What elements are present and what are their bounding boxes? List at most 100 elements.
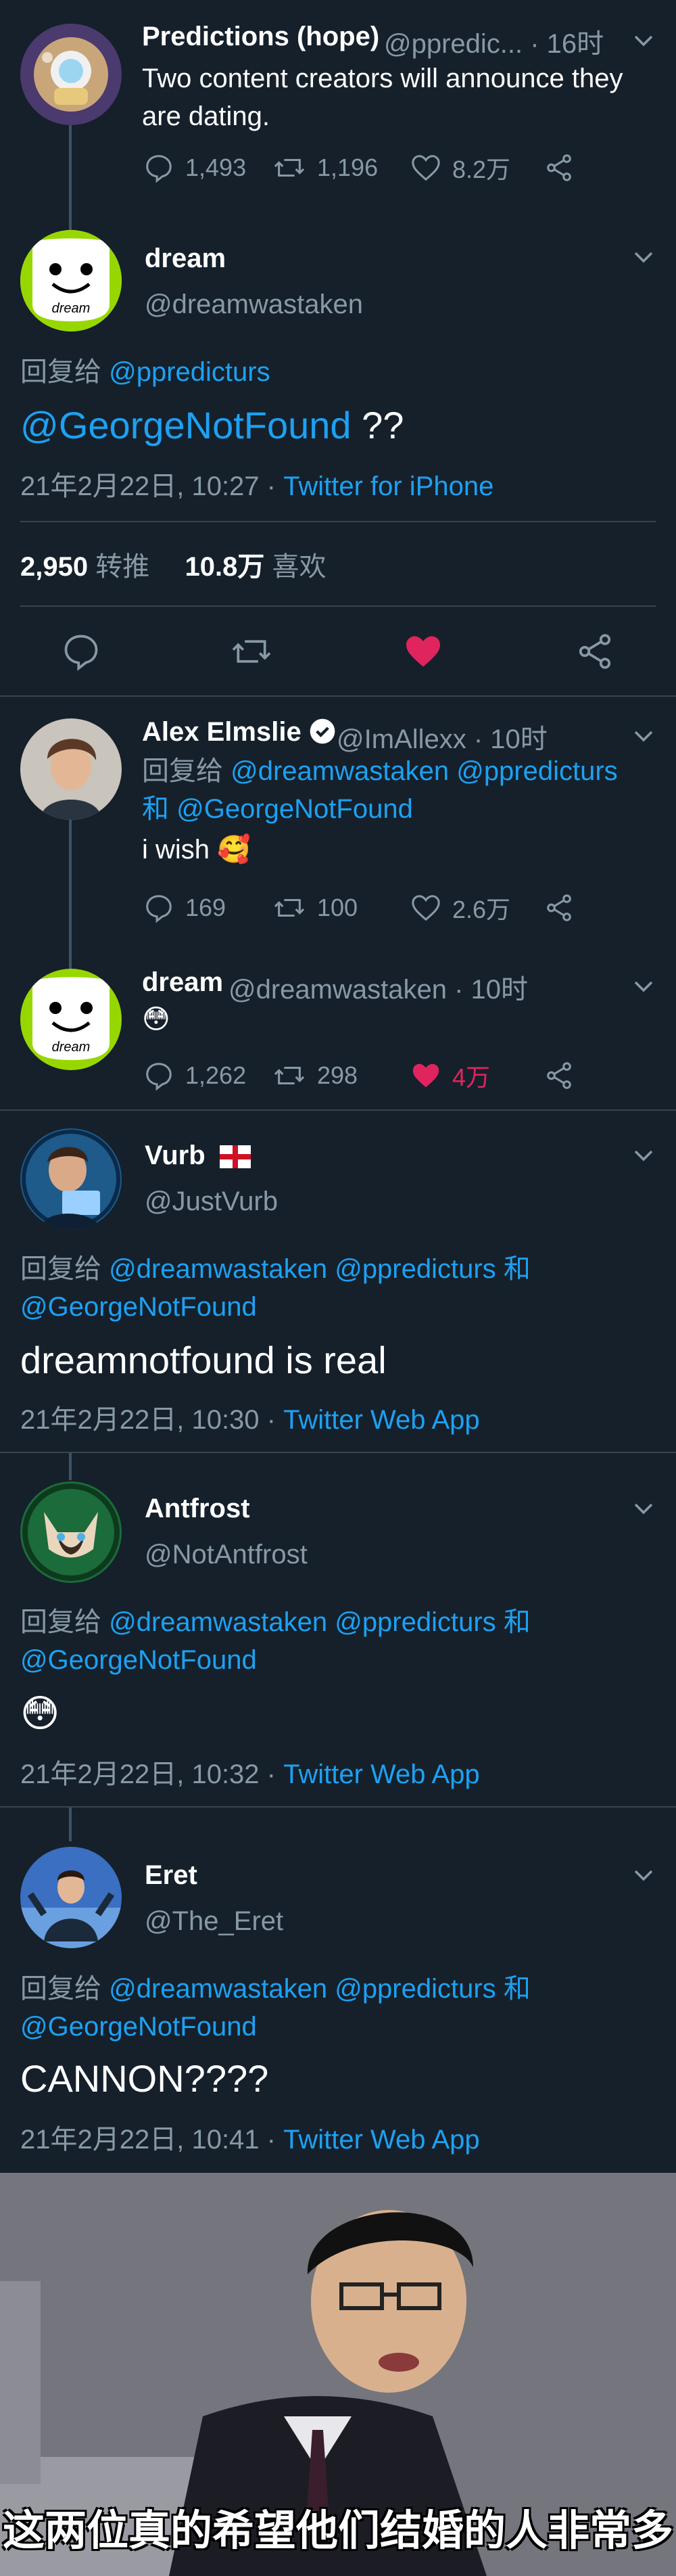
chevron-down-icon[interactable] xyxy=(630,27,657,54)
reply-icon xyxy=(146,1063,172,1091)
divider xyxy=(20,605,656,607)
share-action[interactable] xyxy=(544,1055,585,1096)
like-count: 2.6万 xyxy=(452,896,511,923)
reply-prefix: 回复给 xyxy=(20,357,101,387)
divider xyxy=(0,1806,676,1808)
reply-mention-link[interactable]: @GeorgeNotFound xyxy=(20,2012,257,2042)
share-icon[interactable] xyxy=(575,631,615,672)
tweet-date: 21年2月22日, 10:27 · xyxy=(20,472,284,501)
reply-mention-link[interactable]: @GeorgeNotFound xyxy=(176,794,413,824)
author-name[interactable]: Predictions (hope) xyxy=(142,22,379,52)
reply-icon[interactable] xyxy=(61,631,101,672)
source-link[interactable]: Twitter for iPhone xyxy=(283,472,493,501)
tweet-text-suffix: ?? xyxy=(351,404,404,446)
share-action[interactable] xyxy=(544,888,585,928)
source-link[interactable]: Twitter Web App xyxy=(283,1760,480,1789)
reply-context: 回复给 @dreamwastaken @ppredicturs 和 @Georg… xyxy=(20,1970,656,2046)
like-count: 4万 xyxy=(452,1063,491,1091)
chevron-down-icon[interactable] xyxy=(630,1495,657,1522)
divider xyxy=(0,1452,676,1453)
chevron-down-icon[interactable] xyxy=(630,722,657,750)
retweet-action[interactable]: 100 xyxy=(272,888,358,928)
author-handle[interactable]: @The_Eret xyxy=(145,1906,283,1937)
retweet-icon xyxy=(274,1066,305,1085)
avatar-dream[interactable]: dream xyxy=(20,230,122,331)
author-name[interactable]: Antfrost xyxy=(145,1494,250,1524)
author-name[interactable]: dream xyxy=(142,967,223,998)
retweet-action[interactable]: 1,196 xyxy=(272,147,378,188)
heart-icon xyxy=(412,895,440,921)
author-handle-time: @ppredic... · 16时 xyxy=(384,29,604,59)
reply-action[interactable]: 1,262 xyxy=(143,1055,246,1096)
reply-count: 1,262 xyxy=(185,1061,247,1089)
avatar-alex[interactable] xyxy=(20,718,122,820)
retweet-icon[interactable] xyxy=(230,631,273,672)
reply-context: 回复给 @dreamwastaken @ppredicturs 和 @Georg… xyxy=(142,752,662,828)
avatar-dream[interactable]: dream xyxy=(20,969,122,1070)
reply-mention-link[interactable]: @dreamwastaken @ppredicturs xyxy=(109,1607,496,1637)
dream-mask-icon: dream xyxy=(20,969,122,1070)
share-action[interactable] xyxy=(544,147,585,188)
reply-and-word: 和 xyxy=(503,1254,531,1284)
like-stat[interactable]: 10.8万 喜欢 xyxy=(185,552,326,582)
like-action[interactable]: 4万 xyxy=(410,1055,490,1096)
reply-and-word: 和 xyxy=(503,1974,531,2004)
author-name[interactable]: Eret xyxy=(145,1860,197,1891)
chevron-down-icon[interactable] xyxy=(630,244,657,271)
chevron-down-icon[interactable] xyxy=(630,1142,657,1169)
avatar-text: dream xyxy=(52,301,91,316)
avatar-predictions[interactable] xyxy=(20,24,122,125)
chevron-down-icon[interactable] xyxy=(630,973,657,1000)
verified-badge-icon xyxy=(310,718,335,744)
reply-mention-link[interactable]: @dreamwastaken @ppredicturs xyxy=(109,1254,496,1284)
reply-and-word: 和 xyxy=(142,794,169,824)
avatar-image xyxy=(20,1481,122,1583)
retweet-action[interactable]: 298 xyxy=(272,1055,358,1096)
dream-mask-icon: dream xyxy=(20,230,122,331)
author-handle[interactable]: @dreamwastaken xyxy=(145,290,363,320)
avatar-eret[interactable] xyxy=(20,1847,122,1948)
reply-prefix: 回复给 xyxy=(20,1254,101,1284)
avatar-vurb[interactable] xyxy=(20,1128,122,1230)
author-name[interactable]: dream xyxy=(145,244,226,274)
retweet-label: 转推 xyxy=(95,552,150,582)
meme-image: 这两位真的希望他们结婚的人非常多 xyxy=(0,2173,676,2576)
source-link[interactable]: Twitter Web App xyxy=(283,2125,480,2155)
reply-count: 169 xyxy=(185,894,226,921)
chevron-down-icon[interactable] xyxy=(630,1862,657,1889)
author-handle[interactable]: @JustVurb xyxy=(145,1187,278,1217)
retweet-stat[interactable]: 2,950 转推 xyxy=(20,552,149,582)
share-icon xyxy=(547,894,571,921)
source-link[interactable]: Twitter Web App xyxy=(283,1405,480,1435)
tweet-text: @GeorgeNotFound ?? xyxy=(20,403,404,447)
reply-count: 1,493 xyxy=(185,154,247,181)
like-action[interactable]: 2.6万 xyxy=(410,888,510,928)
reply-action[interactable]: 169 xyxy=(143,888,226,928)
engagement-stats: 2,950 转推 10.8万 喜欢 xyxy=(20,545,326,584)
author-name-text: Alex Elmslie xyxy=(142,717,301,747)
tweet-text: CANNON???? xyxy=(20,2057,269,2100)
author-name-text: Vurb xyxy=(145,1141,206,1170)
reply-action[interactable]: 1,493 xyxy=(143,147,246,188)
heart-icon xyxy=(412,155,440,181)
reply-mention-link[interactable]: @dreamwastaken @ppredicturs xyxy=(109,1974,496,2004)
tweet-text: 😳 xyxy=(142,1005,170,1034)
retweet-icon xyxy=(274,158,305,177)
thread-line xyxy=(69,820,72,969)
avatar-image xyxy=(20,24,122,125)
author-handle[interactable]: @NotAntfrost xyxy=(145,1540,308,1570)
tweet-text: dreamnotfound is real xyxy=(20,1339,387,1381)
reply-mention-link[interactable]: @GeorgeNotFound xyxy=(20,1292,257,1322)
author-name[interactable]: Alex Elmslie xyxy=(142,717,336,748)
mention-link[interactable]: @GeorgeNotFound xyxy=(20,404,352,446)
tweet-date: 21年2月22日, 10:32 · xyxy=(20,1760,284,1789)
like-action[interactable]: 8.2万 xyxy=(410,147,510,188)
reply-mention-link[interactable]: @ppredicturs xyxy=(109,357,270,387)
heart-filled-icon[interactable] xyxy=(403,631,443,672)
author-name[interactable]: Vurb xyxy=(145,1141,251,1171)
author-handle-time: @ImAllexx · 10时 xyxy=(337,724,548,754)
reply-mention-link[interactable]: @GeorgeNotFound xyxy=(20,1645,257,1675)
avatar-antfrost[interactable] xyxy=(20,1481,122,1583)
reply-context: 回复给 @dreamwastaken @ppredicturs 和 @Georg… xyxy=(20,1250,656,1326)
reply-mention-link[interactable]: @dreamwastaken @ppredicturs xyxy=(231,756,618,786)
